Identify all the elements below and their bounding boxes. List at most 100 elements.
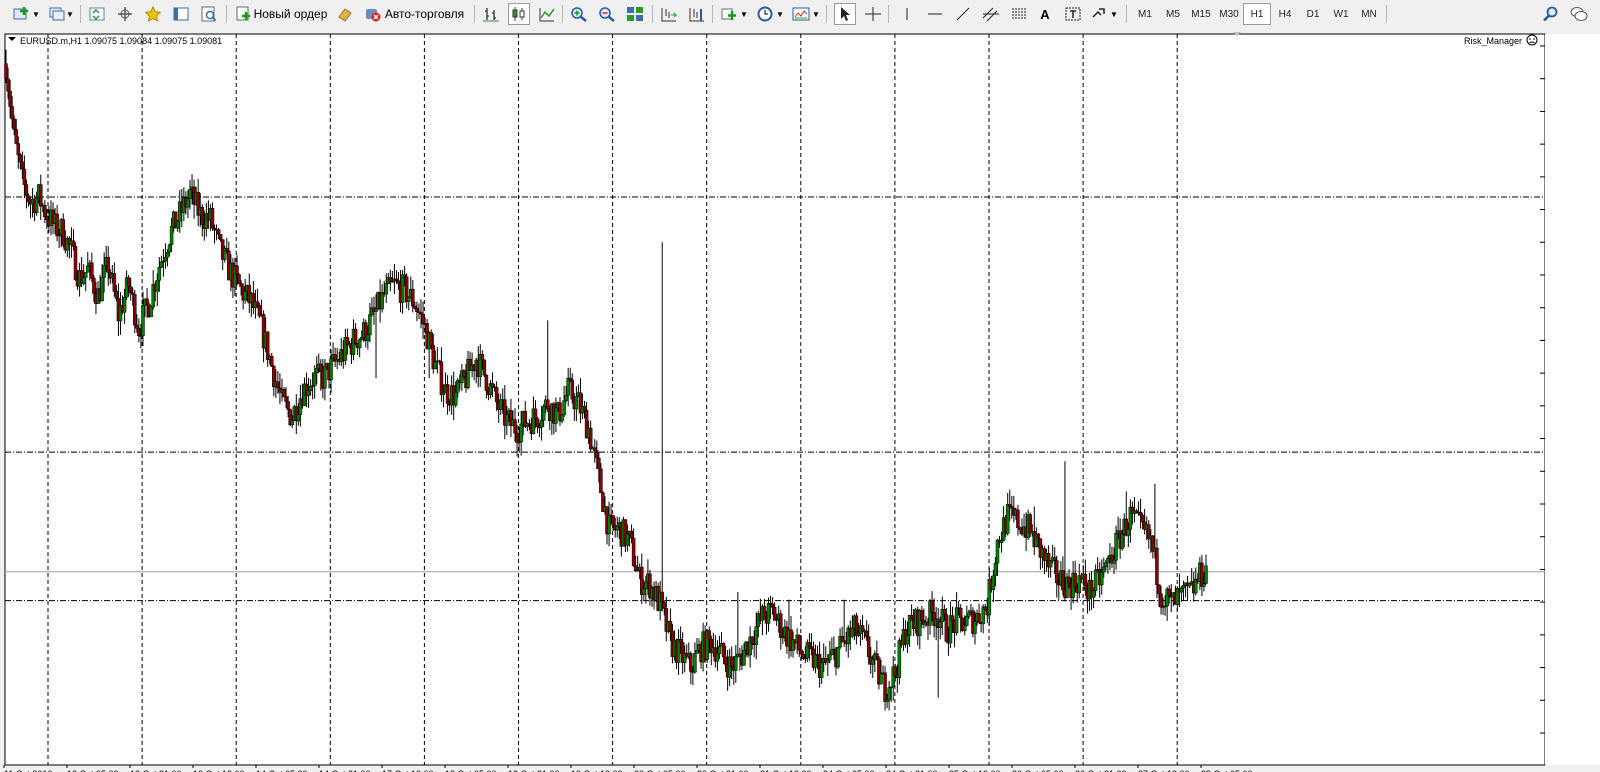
candle-body-bullish xyxy=(999,540,1004,543)
tile-windows-icon[interactable] xyxy=(624,3,646,25)
candle-body-bullish xyxy=(1005,504,1010,534)
candle xyxy=(149,305,153,317)
candle-body-bearish xyxy=(135,324,139,329)
timeframe-m15[interactable]: M15 xyxy=(1187,3,1215,25)
candle-body-bullish xyxy=(541,406,546,421)
timeframe-w1[interactable]: W1 xyxy=(1327,3,1355,25)
candle-body-bearish xyxy=(631,537,636,566)
candle-body-bullish xyxy=(433,361,438,370)
candle-body-bullish xyxy=(159,261,164,268)
candle-body-bullish xyxy=(644,581,648,590)
candle-body-bullish xyxy=(734,656,738,671)
profiles-dropdown-icon[interactable]: ▼ xyxy=(66,3,74,25)
new-order-button[interactable]: Новый ордер xyxy=(232,3,330,25)
candle-body-bearish xyxy=(480,354,485,361)
tools-icon[interactable] xyxy=(334,3,356,25)
text-icon[interactable]: A xyxy=(1034,3,1056,25)
toolbar-separator xyxy=(80,5,81,23)
candle-body-bearish xyxy=(1073,572,1077,587)
timeframe-h1[interactable]: H1 xyxy=(1243,3,1271,25)
candle-body-bearish xyxy=(133,294,137,326)
periods-dropdown-icon[interactable]: ▼ xyxy=(776,3,784,25)
equidistant-channel-icon[interactable] xyxy=(980,3,1002,25)
candle-body-bullish xyxy=(715,653,720,662)
candle-body-bullish xyxy=(905,635,910,645)
new-chart-dropdown-icon[interactable]: ▼ xyxy=(32,3,40,25)
candle-body-bullish xyxy=(155,279,160,292)
market-watch-icon[interactable] xyxy=(86,3,108,25)
candle-body-bearish xyxy=(439,361,444,395)
candle-body-bullish xyxy=(871,659,875,665)
templates-dropdown-icon[interactable]: ▼ xyxy=(812,3,820,25)
templates-icon[interactable] xyxy=(790,3,812,25)
timeframe-m30[interactable]: M30 xyxy=(1215,3,1243,25)
candle-body-bullish xyxy=(830,649,834,655)
indicators-dropdown-icon[interactable]: ▼ xyxy=(740,3,748,25)
candle-body-bullish xyxy=(766,602,771,624)
indicators-icon[interactable] xyxy=(718,3,740,25)
autoscroll-icon[interactable] xyxy=(658,3,680,25)
arrows-icon[interactable] xyxy=(1088,3,1110,25)
navigator-icon[interactable] xyxy=(114,3,136,25)
strategy-tester-icon[interactable] xyxy=(198,3,220,25)
zoom-out-icon[interactable] xyxy=(596,3,618,25)
line-chart-icon[interactable] xyxy=(536,3,558,25)
candle-body-bullish xyxy=(243,290,247,301)
toolbar-separator xyxy=(652,5,653,23)
candle-body-bullish xyxy=(167,244,172,253)
cursor-icon[interactable] xyxy=(834,3,856,25)
candle-body-bullish xyxy=(562,400,566,416)
text-label-icon[interactable] xyxy=(1062,3,1084,25)
candle-body-bullish xyxy=(566,377,570,396)
candle-body-bearish xyxy=(864,630,869,637)
candle-body-bearish xyxy=(854,615,859,637)
chart-shift-icon[interactable] xyxy=(686,3,708,25)
fibonacci-icon[interactable] xyxy=(1008,3,1030,25)
timeframe-m1[interactable]: M1 xyxy=(1131,3,1159,25)
candle-body-bearish xyxy=(210,208,215,229)
data-window-icon[interactable] xyxy=(170,3,192,25)
search-icon[interactable] xyxy=(1540,3,1562,25)
candle-body-bearish xyxy=(265,331,270,360)
periods-icon[interactable] xyxy=(754,3,776,25)
auto-trading-button[interactable]: Авто-торговля xyxy=(360,3,468,25)
chart-window[interactable]: 1.111701.110401.109101.107801.106501.105… xyxy=(0,28,1600,772)
toolbar-separator xyxy=(562,5,563,23)
crosshair-icon[interactable] xyxy=(862,3,884,25)
profiles-icon[interactable] xyxy=(46,3,68,25)
candle-body-bearish xyxy=(218,234,223,240)
candle-body-bearish xyxy=(799,649,803,655)
candle-body-bearish xyxy=(1167,588,1171,596)
vertical-line-icon[interactable] xyxy=(896,3,918,25)
candle-body-bearish xyxy=(545,399,550,410)
candle-body-bullish xyxy=(1120,534,1124,549)
candle-body-bullish xyxy=(965,615,969,626)
candle-body-bearish xyxy=(494,387,499,403)
timeframe-h4[interactable]: H4 xyxy=(1271,3,1299,25)
candle-body-bearish xyxy=(723,656,728,665)
candle-body-bearish xyxy=(1036,533,1041,539)
candlestick-icon[interactable] xyxy=(508,3,530,25)
zoom-in-icon[interactable] xyxy=(568,3,590,25)
candle-body-bearish xyxy=(977,613,981,623)
chat-icon[interactable] xyxy=(1568,3,1590,25)
favorites-icon[interactable] xyxy=(142,3,164,25)
horizontal-line-icon[interactable] xyxy=(924,3,946,25)
candle-body-bearish xyxy=(276,381,280,389)
candle-body-bearish xyxy=(484,374,489,391)
toolbar-separator xyxy=(226,5,227,23)
candle-body-bullish xyxy=(505,414,509,426)
timeframe-m5[interactable]: M5 xyxy=(1159,3,1187,25)
trendline-icon[interactable] xyxy=(952,3,974,25)
arrows-dropdown-icon[interactable]: ▼ xyxy=(1110,3,1118,25)
candle-body-bullish xyxy=(34,197,39,214)
timeframe-d1[interactable]: D1 xyxy=(1299,3,1327,25)
price-chart[interactable]: 1.111701.110401.109101.107801.106501.105… xyxy=(0,28,1600,772)
candle-body-bullish xyxy=(290,420,294,426)
timeframe-mn[interactable]: MN xyxy=(1355,3,1383,25)
bar-chart-icon[interactable] xyxy=(480,3,502,25)
candle-body-bearish xyxy=(237,274,241,284)
candle-body-bullish xyxy=(149,306,153,317)
candle-body-bullish xyxy=(963,625,967,631)
new-chart-icon[interactable] xyxy=(10,3,32,25)
